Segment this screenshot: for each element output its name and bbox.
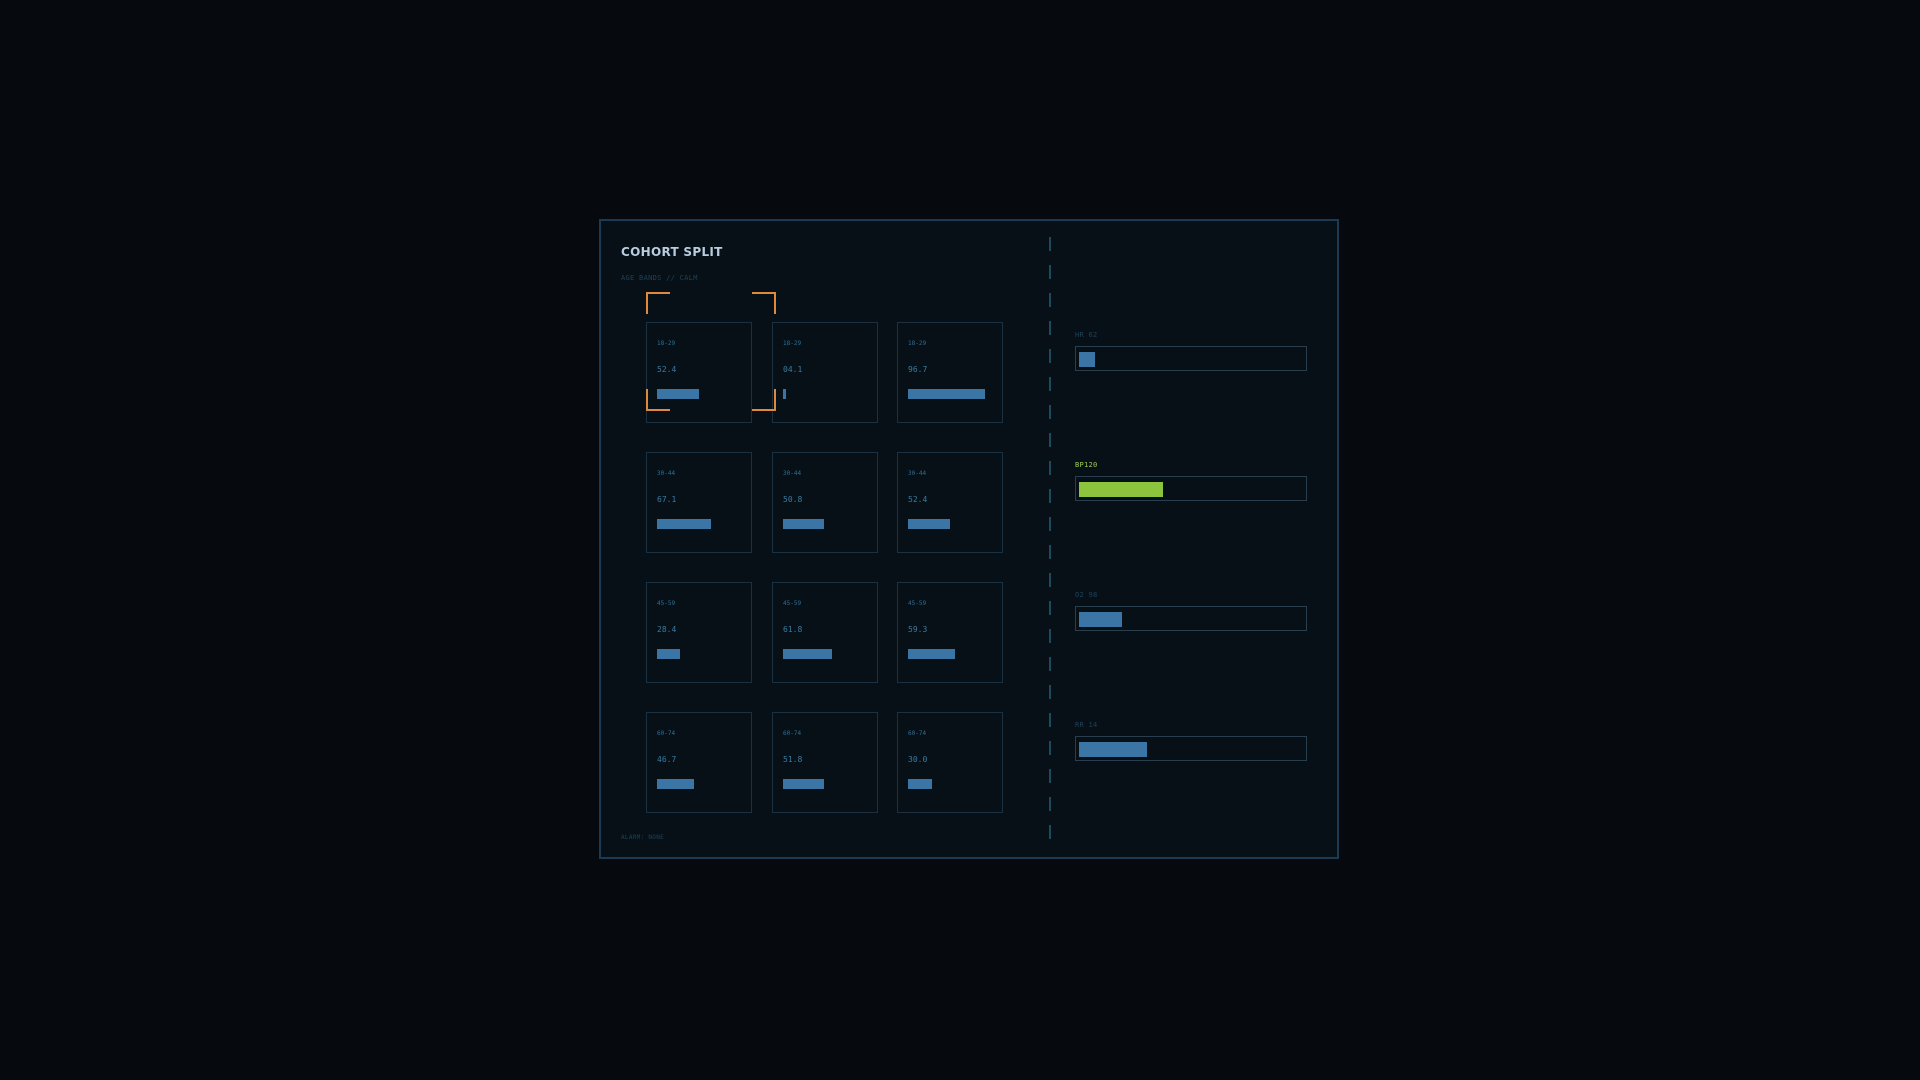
cell-band-label: 30-44 bbox=[783, 470, 802, 477]
cell-value: 52.4 bbox=[657, 365, 677, 374]
vital-meter-fill bbox=[1079, 612, 1122, 627]
cell-band-label: 45-59 bbox=[783, 600, 802, 607]
cell-band-label: 18-29 bbox=[783, 340, 802, 347]
cell-level-bar bbox=[657, 649, 680, 659]
cohort-cell[interactable]: 30-44 52.4 bbox=[897, 452, 1003, 553]
cell-level-bar bbox=[783, 649, 832, 659]
focus-bracket-tl bbox=[646, 292, 670, 314]
focus-bracket-br bbox=[752, 389, 776, 411]
focus-bracket-tr bbox=[752, 292, 776, 314]
cell-band-label: 60-74 bbox=[657, 730, 676, 737]
cell-level-bar bbox=[657, 519, 711, 529]
vital-label: RR 14 bbox=[1075, 721, 1098, 729]
cohort-cell[interactable]: 18-29 96.7 bbox=[897, 322, 1003, 423]
vital-label: O2 98 bbox=[1075, 591, 1098, 599]
cell-value: 50.8 bbox=[783, 495, 803, 504]
panel-divider bbox=[1049, 237, 1051, 845]
vital-label: HR 62 bbox=[1075, 331, 1098, 339]
cell-band-label: 60-74 bbox=[908, 730, 927, 737]
cell-value: 52.4 bbox=[908, 495, 928, 504]
vital-meter bbox=[1075, 346, 1307, 371]
cell-value: 46.7 bbox=[657, 755, 677, 764]
cell-band-label: 45-59 bbox=[908, 600, 927, 607]
vital-meter-fill bbox=[1079, 742, 1147, 757]
cell-band-label: 45-59 bbox=[657, 600, 676, 607]
cohort-cell[interactable]: 60-74 51.8 bbox=[772, 712, 878, 813]
cohort-cell[interactable]: 60-74 30.0 bbox=[897, 712, 1003, 813]
cell-band-label: 30-44 bbox=[908, 470, 927, 477]
vital-meter bbox=[1075, 606, 1307, 631]
vital-label: BP120 bbox=[1075, 461, 1098, 469]
cell-level-bar bbox=[908, 779, 932, 789]
cell-value: 96.7 bbox=[908, 365, 928, 374]
cohort-cell[interactable]: 30-44 67.1 bbox=[646, 452, 752, 553]
cell-level-bar bbox=[783, 779, 824, 789]
panel-title: COHORT SPLIT bbox=[621, 245, 723, 259]
alarm-status: ALARM: NONE bbox=[621, 834, 665, 841]
cell-level-bar bbox=[783, 519, 824, 529]
vital-meter-fill bbox=[1079, 482, 1163, 497]
vital-meter bbox=[1075, 476, 1307, 501]
cell-band-label: 18-29 bbox=[908, 340, 927, 347]
cell-value: 67.1 bbox=[657, 495, 677, 504]
vital-meter bbox=[1075, 736, 1307, 761]
cohort-cell[interactable]: 18-29 04.1 bbox=[772, 322, 878, 423]
focus-bracket-bl bbox=[646, 389, 670, 411]
cell-value: 51.8 bbox=[783, 755, 803, 764]
cohort-panel: COHORT SPLIT AGE BANDS // CALM 18-29 52.4… bbox=[599, 219, 1339, 859]
cell-level-bar bbox=[908, 389, 985, 399]
cell-value: 59.3 bbox=[908, 625, 928, 634]
cohort-cell[interactable]: 30-44 50.8 bbox=[772, 452, 878, 553]
cohort-cell[interactable]: 45-59 59.3 bbox=[897, 582, 1003, 683]
cell-level-bar bbox=[908, 519, 950, 529]
cell-band-label: 60-74 bbox=[783, 730, 802, 737]
cohort-cell[interactable]: 45-59 61.8 bbox=[772, 582, 878, 683]
cell-band-label: 18-29 bbox=[657, 340, 676, 347]
cell-value: 28.4 bbox=[657, 625, 677, 634]
cell-value: 61.8 bbox=[783, 625, 803, 634]
cell-level-bar bbox=[908, 649, 955, 659]
cohort-cell[interactable]: 45-59 28.4 bbox=[646, 582, 752, 683]
cell-value: 30.0 bbox=[908, 755, 928, 764]
vital-meter-fill bbox=[1079, 352, 1095, 367]
cell-level-bar bbox=[783, 389, 786, 399]
cell-band-label: 30-44 bbox=[657, 470, 676, 477]
cell-value: 04.1 bbox=[783, 365, 803, 374]
panel-subtitle: AGE BANDS // CALM bbox=[621, 274, 698, 282]
cell-level-bar bbox=[657, 779, 694, 789]
cohort-cell[interactable]: 60-74 46.7 bbox=[646, 712, 752, 813]
